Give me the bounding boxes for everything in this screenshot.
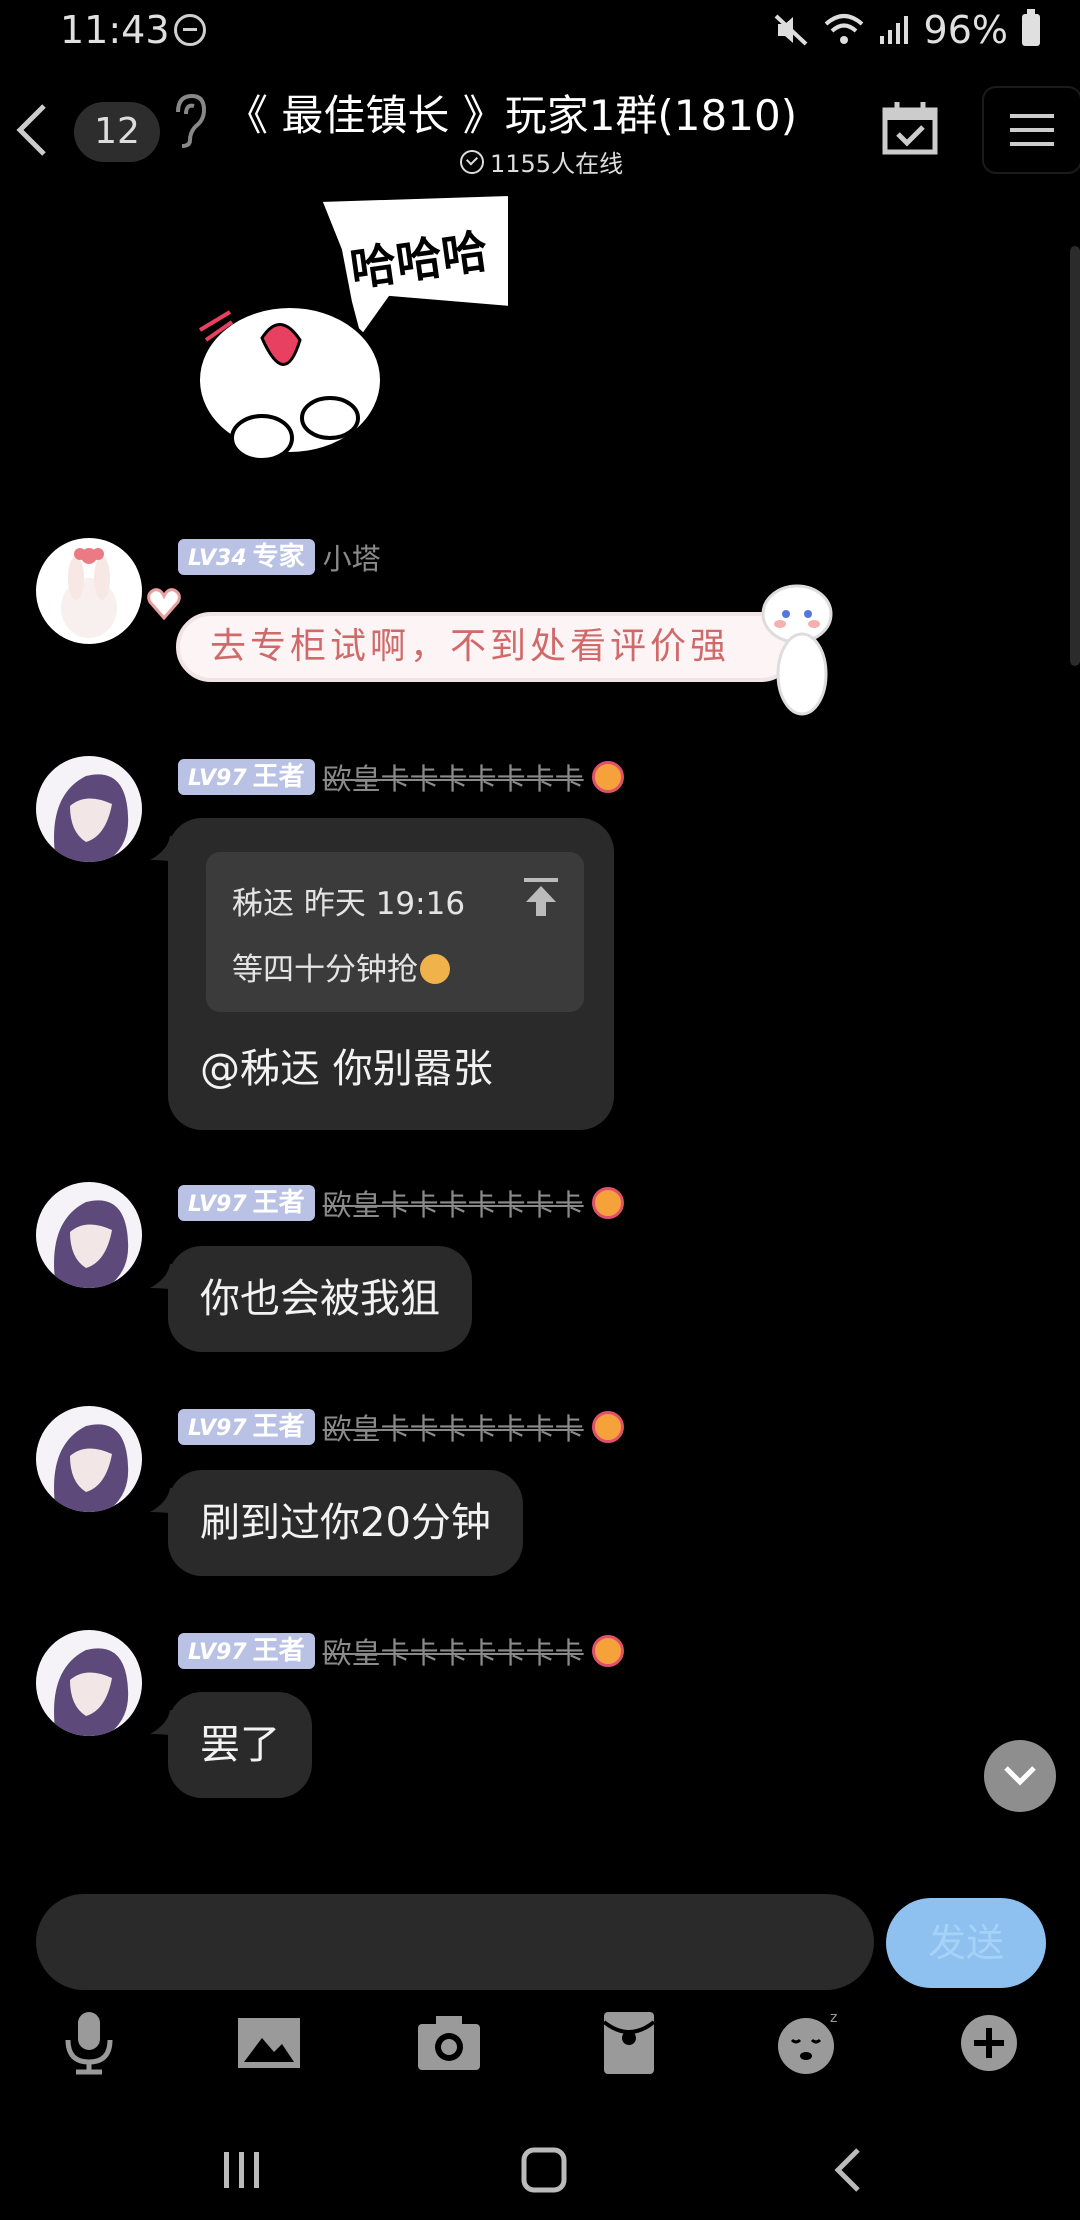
message-bubble[interactable]: 去专柜试啊，不到处看评价强 bbox=[176, 612, 796, 682]
status-indicators: 96% bbox=[774, 8, 1040, 52]
microphone-icon[interactable] bbox=[54, 2008, 124, 2078]
blush-emoji-icon bbox=[591, 1187, 624, 1219]
avatar[interactable] bbox=[36, 1630, 142, 1736]
sender-row: LV97 王者 欧皇卡卡卡卡卡卡卡 bbox=[178, 1182, 624, 1224]
online-count: 1155人在线 bbox=[460, 144, 623, 179]
status-bar: 11:43 96% bbox=[0, 0, 1080, 66]
input-toolbar: z bbox=[0, 2000, 1080, 2110]
ear-icon[interactable] bbox=[168, 92, 208, 148]
heart-decoration-icon bbox=[147, 588, 181, 621]
do-not-disturb-icon bbox=[174, 14, 206, 46]
bubble-tail bbox=[150, 1264, 180, 1290]
avatar[interactable] bbox=[36, 1406, 142, 1512]
message-text: @秭迗 你别嚣张 bbox=[200, 1046, 493, 1092]
calendar-check-icon[interactable] bbox=[880, 98, 940, 158]
system-navigation-bar bbox=[0, 2110, 1080, 2220]
level-badge: LV34 专家 bbox=[178, 539, 315, 575]
dog-emoji-icon bbox=[420, 954, 450, 984]
svg-text:z: z bbox=[830, 2010, 837, 2026]
sender-name[interactable]: 欧皇卡卡卡卡卡卡卡 bbox=[323, 1630, 584, 1672]
online-count-text: 1155人在线 bbox=[490, 150, 624, 178]
sender-name[interactable]: 欧皇卡卡卡卡卡卡卡 bbox=[323, 1182, 584, 1224]
quoted-text: 等四十分钟抢 bbox=[232, 944, 450, 989]
mute-icon bbox=[774, 14, 807, 46]
send-button[interactable]: 发送 bbox=[886, 1898, 1046, 1988]
pin-top-icon[interactable] bbox=[522, 876, 560, 918]
emoji-icon[interactable]: z bbox=[774, 2008, 844, 2078]
message-input[interactable] bbox=[36, 1894, 874, 1990]
blush-emoji-icon bbox=[591, 1635, 624, 1667]
chat-header: 12 《 最佳镇长 》玩家1群(1810) 1155人在线 bbox=[0, 70, 1080, 190]
sender-row: LV97 王者 欧皇卡卡卡卡卡卡卡 bbox=[178, 1630, 624, 1672]
message-bubble[interactable]: 罢了 bbox=[168, 1692, 312, 1798]
camera-icon[interactable] bbox=[414, 2008, 484, 2078]
bubble-tail bbox=[150, 1488, 180, 1514]
home-icon[interactable] bbox=[514, 2140, 574, 2200]
avatar[interactable] bbox=[36, 538, 142, 644]
sender-name[interactable]: 小塔 bbox=[323, 536, 381, 578]
message-bubble[interactable]: 你也会被我狙 bbox=[168, 1246, 472, 1352]
sender-name[interactable]: 欧皇卡卡卡卡卡卡卡 bbox=[323, 756, 584, 798]
bubble-tail bbox=[150, 1710, 180, 1736]
signal-icon bbox=[879, 16, 908, 44]
scroll-to-bottom-button[interactable] bbox=[984, 1740, 1056, 1812]
quoted-message-card[interactable]: 秭迗 昨天 19:16 等四十分钟抢 bbox=[206, 852, 584, 1012]
plus-icon[interactable] bbox=[954, 2008, 1024, 2078]
back-nav-icon[interactable] bbox=[820, 2140, 880, 2200]
menu-icon bbox=[1010, 114, 1054, 146]
wifi-icon bbox=[824, 14, 863, 44]
avatar[interactable] bbox=[36, 756, 142, 862]
red-packet-icon[interactable] bbox=[594, 2008, 664, 2078]
battery-icon bbox=[1022, 9, 1040, 46]
sender-row: LV34 专家 小塔 bbox=[178, 536, 381, 578]
level-badge: LV97 王者 bbox=[178, 1633, 315, 1669]
sender-name[interactable]: 欧皇卡卡卡卡卡卡卡 bbox=[323, 1406, 584, 1448]
chat-scrollbar[interactable] bbox=[1070, 246, 1080, 666]
group-title[interactable]: 《 最佳镇长 》玩家1群(1810) bbox=[226, 82, 797, 143]
blush-emoji-icon bbox=[591, 1411, 624, 1443]
level-badge: LV97 王者 bbox=[178, 1409, 315, 1445]
battery-percent: 96% bbox=[923, 8, 1008, 52]
back-icon[interactable] bbox=[10, 98, 54, 162]
blush-emoji-icon bbox=[591, 761, 624, 793]
image-icon[interactable] bbox=[234, 2008, 304, 2078]
laughing-sticker[interactable]: 哈哈哈 bbox=[170, 190, 520, 470]
chevron-down-icon bbox=[1004, 1766, 1036, 1786]
level-badge: LV97 王者 bbox=[178, 759, 315, 795]
cat-decoration-icon bbox=[761, 584, 833, 716]
avatar[interactable] bbox=[36, 1182, 142, 1288]
level-badge: LV97 王者 bbox=[178, 1185, 315, 1221]
bubble-tail bbox=[150, 836, 180, 862]
recent-apps-icon[interactable] bbox=[212, 2140, 272, 2200]
online-check-icon bbox=[460, 149, 484, 174]
status-time: 11:43 bbox=[60, 8, 170, 52]
sender-row: LV97 王者 欧皇卡卡卡卡卡卡卡 bbox=[178, 1406, 624, 1448]
sender-row: LV97 王者 欧皇卡卡卡卡卡卡卡 bbox=[178, 756, 624, 798]
menu-button[interactable] bbox=[982, 86, 1080, 174]
unread-count-badge[interactable]: 12 bbox=[74, 102, 160, 162]
message-bubble[interactable]: 刷到过你20分钟 bbox=[168, 1470, 523, 1576]
quoted-author-time: 秭迗 昨天 19:16 bbox=[232, 886, 466, 922]
